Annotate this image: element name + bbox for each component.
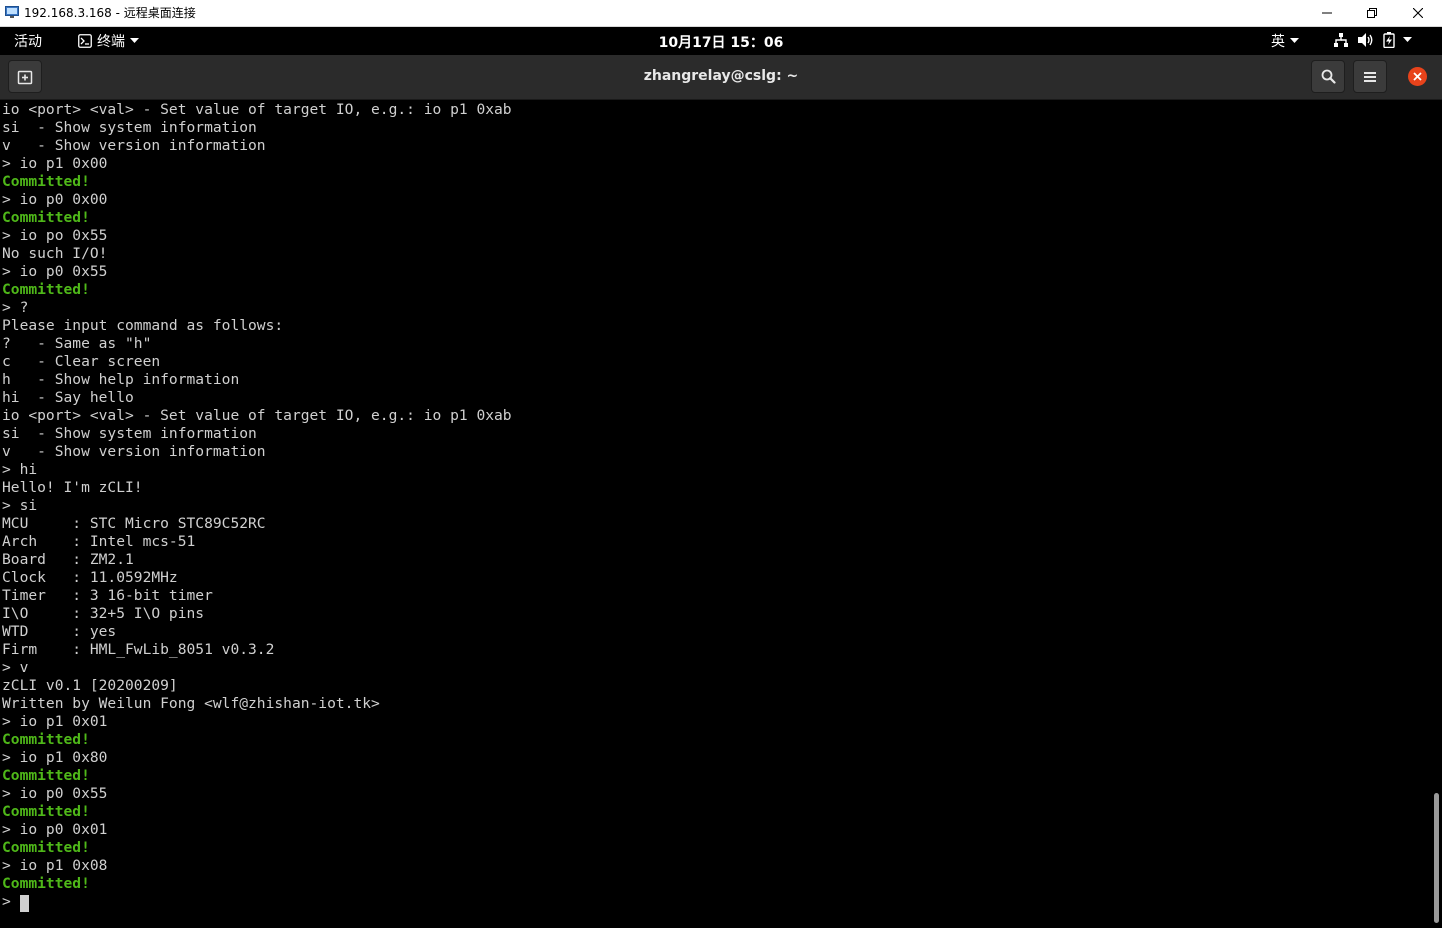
terminal-line: c - Clear screen — [2, 353, 161, 370]
terminal-line: > io p1 0x00 — [2, 155, 108, 172]
committed-line: Committed! — [2, 281, 90, 298]
terminal-line: No such I/O! — [2, 245, 108, 262]
committed-line: Committed! — [2, 731, 90, 748]
terminal-line: > io po 0x55 — [2, 227, 108, 244]
terminal-line: Board : ZM2.1 — [2, 551, 134, 568]
app-name: 终端 — [97, 34, 125, 50]
battery-icon — [1383, 32, 1395, 48]
terminal-close-button[interactable] — [1408, 67, 1427, 86]
search-button[interactable] — [1311, 60, 1345, 93]
terminal-line: v - Show version information — [2, 137, 266, 154]
restore-button[interactable] — [1349, 0, 1395, 26]
activities-button[interactable]: 活动 — [14, 31, 42, 51]
committed-line: Committed! — [2, 209, 90, 226]
terminal-line: ? - Same as "h" — [2, 335, 152, 352]
menu-button[interactable] — [1353, 60, 1387, 93]
terminal-line: > io p0 0x01 — [2, 821, 108, 838]
terminal-line: h - Show help information — [2, 371, 240, 388]
close-icon — [1413, 72, 1422, 81]
terminal-line: hi - Say hello — [2, 389, 134, 406]
scrollbar-thumb[interactable] — [1434, 793, 1439, 923]
terminal-prompt: > — [2, 893, 20, 910]
terminal-line: Firm : HML_FwLib_8051 v0.3.2 — [2, 641, 275, 658]
terminal-line: > ? — [2, 299, 29, 316]
terminal-line: Arch : Intel mcs-51 — [2, 533, 196, 550]
terminal-line: si - Show system information — [2, 119, 257, 136]
input-method-menu[interactable]: 英 — [1271, 31, 1299, 51]
terminal-line: Clock : 11.0592MHz — [2, 569, 178, 586]
terminal-header-bar: zhangrelay@cslg: ~ — [0, 55, 1442, 100]
terminal-line: io <port> <val> - Set value of target IO… — [2, 101, 512, 118]
terminal-line: > io p1 0x01 — [2, 713, 108, 730]
terminal-line: Written by Weilun Fong <wlf@zhishan-iot.… — [2, 695, 380, 712]
terminal-line: > io p0 0x00 — [2, 191, 108, 208]
volume-icon — [1358, 33, 1373, 47]
remote-desktop-icon — [5, 6, 19, 18]
chevron-down-icon — [1290, 38, 1299, 43]
terminal-line: si - Show system information — [2, 425, 257, 442]
terminal-line: MCU : STC Micro STC89C52RC — [2, 515, 266, 532]
new-tab-icon — [17, 70, 33, 84]
restore-icon — [1367, 8, 1377, 18]
committed-line: Committed! — [2, 875, 90, 892]
terminal-line: WTD : yes — [2, 623, 117, 640]
terminal-output[interactable]: io <port> <val> - Set value of target IO… — [0, 100, 1432, 928]
system-status-menu[interactable] — [1333, 32, 1412, 48]
terminal-line: I\O : 32+5 I\O pins — [2, 605, 205, 622]
app-menu-button[interactable]: 终端 — [78, 31, 139, 51]
network-icon — [1334, 33, 1348, 47]
search-icon — [1321, 69, 1336, 84]
rdp-title-bar: 192.168.3.168 - 远程桌面连接 — [0, 0, 1442, 27]
committed-line: Committed! — [2, 767, 90, 784]
committed-line: Committed! — [2, 839, 90, 856]
chevron-down-icon — [1403, 37, 1412, 42]
text-cursor — [20, 895, 29, 912]
terminal-line: > io p1 0x08 — [2, 857, 108, 874]
minimize-button[interactable] — [1304, 0, 1350, 26]
terminal-line: v - Show version information — [2, 443, 266, 460]
close-icon — [1413, 8, 1423, 18]
window-close-button[interactable] — [1395, 0, 1441, 26]
new-tab-button[interactable] — [8, 60, 42, 93]
terminal-line: Please input command as follows: — [2, 317, 284, 334]
terminal-line: Timer : 3 16-bit timer — [2, 587, 213, 604]
clock-container: 10月17日 15：06 — [0, 32, 1442, 52]
terminal-line: io <port> <val> - Set value of target IO… — [2, 407, 512, 424]
input-method-label: 英 — [1271, 34, 1285, 50]
terminal-line: > hi — [2, 461, 38, 478]
terminal-line: > io p0 0x55 — [2, 785, 108, 802]
terminal-title: zhangrelay@cslg: ~ — [643, 68, 799, 84]
rdp-window-title: 192.168.3.168 - 远程桌面连接 — [24, 6, 196, 20]
terminal-line: Hello! I'm zCLI! — [2, 479, 143, 496]
clock[interactable]: 10月17日 15：06 — [659, 35, 784, 51]
terminal-line: zCLI v0.1 [20200209] — [2, 677, 178, 694]
terminal-icon — [78, 34, 92, 48]
terminal-line: > io p1 0x80 — [2, 749, 108, 766]
minimize-icon — [1322, 12, 1332, 14]
terminal-scrollbar[interactable] — [1432, 100, 1442, 928]
terminal-line: > v — [2, 659, 29, 676]
chevron-down-icon — [130, 38, 139, 43]
committed-line: Committed! — [2, 173, 90, 190]
terminal-line: > si — [2, 497, 38, 514]
hamburger-menu-icon — [1364, 71, 1376, 82]
gnome-top-bar: 活动 终端 10月17日 15：06 英 — [0, 27, 1442, 55]
committed-line: Committed! — [2, 803, 90, 820]
terminal-line: > io p0 0x55 — [2, 263, 108, 280]
